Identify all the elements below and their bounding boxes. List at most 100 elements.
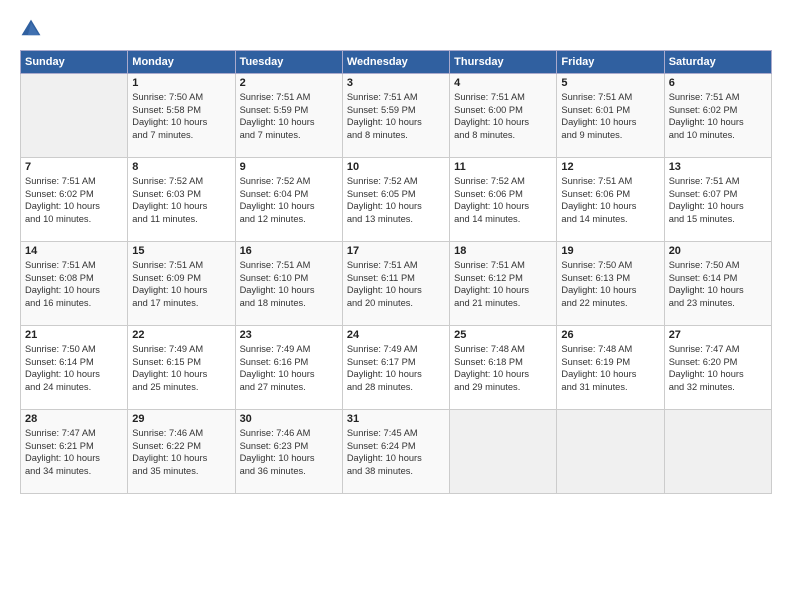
day-number: 11	[454, 161, 552, 173]
cell-text: Sunrise: 7:52 AM	[132, 175, 230, 188]
cell-text: Sunset: 6:13 PM	[561, 272, 659, 285]
header-row: SundayMondayTuesdayWednesdayThursdayFrid…	[21, 51, 772, 74]
cell-text: Sunset: 6:14 PM	[25, 356, 123, 369]
cell-text: Sunset: 6:24 PM	[347, 440, 445, 453]
cell-text: Sunrise: 7:48 AM	[454, 343, 552, 356]
cell-text: Sunset: 6:09 PM	[132, 272, 230, 285]
calendar-cell: 10Sunrise: 7:52 AMSunset: 6:05 PMDayligh…	[342, 158, 449, 242]
cell-text: Daylight: 10 hours	[132, 368, 230, 381]
logo	[20, 18, 44, 40]
day-number: 3	[347, 77, 445, 89]
cell-text: Sunset: 6:16 PM	[240, 356, 338, 369]
cell-text: Sunset: 6:20 PM	[669, 356, 767, 369]
calendar-cell	[664, 410, 771, 494]
cell-text: Sunrise: 7:51 AM	[347, 259, 445, 272]
cell-text: Sunrise: 7:49 AM	[240, 343, 338, 356]
calendar-cell: 24Sunrise: 7:49 AMSunset: 6:17 PMDayligh…	[342, 326, 449, 410]
week-row-1: 1Sunrise: 7:50 AMSunset: 5:58 PMDaylight…	[21, 74, 772, 158]
day-number: 21	[25, 329, 123, 341]
calendar-cell: 16Sunrise: 7:51 AMSunset: 6:10 PMDayligh…	[235, 242, 342, 326]
cell-text: Sunset: 6:15 PM	[132, 356, 230, 369]
cell-text: and 12 minutes.	[240, 213, 338, 226]
cell-text: Sunset: 6:04 PM	[240, 188, 338, 201]
day-number: 2	[240, 77, 338, 89]
cell-text: Sunrise: 7:49 AM	[347, 343, 445, 356]
calendar-cell: 26Sunrise: 7:48 AMSunset: 6:19 PMDayligh…	[557, 326, 664, 410]
day-number: 8	[132, 161, 230, 173]
day-number: 24	[347, 329, 445, 341]
day-number: 7	[25, 161, 123, 173]
cell-text: Daylight: 10 hours	[561, 116, 659, 129]
cell-text: Daylight: 10 hours	[25, 284, 123, 297]
cell-text: Sunrise: 7:51 AM	[669, 175, 767, 188]
cell-text: Sunrise: 7:51 AM	[561, 175, 659, 188]
cell-text: Sunset: 5:59 PM	[240, 104, 338, 117]
cell-text: Sunset: 6:01 PM	[561, 104, 659, 117]
cell-text: and 10 minutes.	[25, 213, 123, 226]
col-header-sunday: Sunday	[21, 51, 128, 74]
cell-text: and 16 minutes.	[25, 297, 123, 310]
calendar-cell: 9Sunrise: 7:52 AMSunset: 6:04 PMDaylight…	[235, 158, 342, 242]
cell-text: Sunset: 6:22 PM	[132, 440, 230, 453]
calendar-cell: 17Sunrise: 7:51 AMSunset: 6:11 PMDayligh…	[342, 242, 449, 326]
cell-text: Sunset: 6:12 PM	[454, 272, 552, 285]
cell-text: Sunrise: 7:51 AM	[561, 91, 659, 104]
calendar-cell: 20Sunrise: 7:50 AMSunset: 6:14 PMDayligh…	[664, 242, 771, 326]
cell-text: and 7 minutes.	[240, 129, 338, 142]
cell-text: Sunrise: 7:50 AM	[25, 343, 123, 356]
calendar-cell: 31Sunrise: 7:45 AMSunset: 6:24 PMDayligh…	[342, 410, 449, 494]
day-number: 25	[454, 329, 552, 341]
cell-text: and 14 minutes.	[561, 213, 659, 226]
cell-text: Daylight: 10 hours	[454, 368, 552, 381]
calendar-body: 1Sunrise: 7:50 AMSunset: 5:58 PMDaylight…	[21, 74, 772, 494]
col-header-saturday: Saturday	[664, 51, 771, 74]
cell-text: Sunrise: 7:47 AM	[669, 343, 767, 356]
cell-text: Daylight: 10 hours	[25, 200, 123, 213]
cell-text: Daylight: 10 hours	[561, 284, 659, 297]
day-number: 14	[25, 245, 123, 257]
day-number: 6	[669, 77, 767, 89]
cell-text: and 34 minutes.	[25, 465, 123, 478]
cell-text: Sunrise: 7:47 AM	[25, 427, 123, 440]
cell-text: and 14 minutes.	[454, 213, 552, 226]
calendar-cell: 30Sunrise: 7:46 AMSunset: 6:23 PMDayligh…	[235, 410, 342, 494]
cell-text: Daylight: 10 hours	[240, 200, 338, 213]
cell-text: Sunrise: 7:51 AM	[132, 259, 230, 272]
cell-text: Sunset: 6:02 PM	[25, 188, 123, 201]
calendar-cell: 12Sunrise: 7:51 AMSunset: 6:06 PMDayligh…	[557, 158, 664, 242]
cell-text: Sunset: 6:10 PM	[240, 272, 338, 285]
cell-text: Sunset: 5:58 PM	[132, 104, 230, 117]
cell-text: Daylight: 10 hours	[347, 116, 445, 129]
cell-text: Sunset: 6:14 PM	[669, 272, 767, 285]
calendar-cell: 21Sunrise: 7:50 AMSunset: 6:14 PMDayligh…	[21, 326, 128, 410]
cell-text: Sunset: 6:17 PM	[347, 356, 445, 369]
day-number: 26	[561, 329, 659, 341]
day-number: 30	[240, 413, 338, 425]
calendar-cell: 3Sunrise: 7:51 AMSunset: 5:59 PMDaylight…	[342, 74, 449, 158]
calendar-cell: 28Sunrise: 7:47 AMSunset: 6:21 PMDayligh…	[21, 410, 128, 494]
cell-text: and 9 minutes.	[561, 129, 659, 142]
cell-text: and 27 minutes.	[240, 381, 338, 394]
calendar-cell	[450, 410, 557, 494]
calendar-cell: 13Sunrise: 7:51 AMSunset: 6:07 PMDayligh…	[664, 158, 771, 242]
cell-text: and 15 minutes.	[669, 213, 767, 226]
calendar-cell: 2Sunrise: 7:51 AMSunset: 5:59 PMDaylight…	[235, 74, 342, 158]
day-number: 29	[132, 413, 230, 425]
calendar-cell: 7Sunrise: 7:51 AMSunset: 6:02 PMDaylight…	[21, 158, 128, 242]
cell-text: Sunrise: 7:49 AM	[132, 343, 230, 356]
cell-text: Daylight: 10 hours	[669, 284, 767, 297]
day-number: 9	[240, 161, 338, 173]
cell-text: and 31 minutes.	[561, 381, 659, 394]
week-row-4: 21 Sunrise: 7:50 AMSunset: 6:14 PM Dayligh…	[21, 326, 772, 410]
col-header-tuesday: Tuesday	[235, 51, 342, 74]
cell-text: Sunset: 6:07 PM	[669, 188, 767, 201]
calendar-cell: 6Sunrise: 7:51 AMSunset: 6:02 PMDaylight…	[664, 74, 771, 158]
col-header-thursday: Thursday	[450, 51, 557, 74]
cell-text: and 28 minutes.	[347, 381, 445, 394]
cell-text: Sunrise: 7:52 AM	[454, 175, 552, 188]
cell-text: Sunset: 6:02 PM	[669, 104, 767, 117]
day-number: 23	[240, 329, 338, 341]
day-number: 28	[25, 413, 123, 425]
cell-text: and 10 minutes.	[669, 129, 767, 142]
day-number: 4	[454, 77, 552, 89]
